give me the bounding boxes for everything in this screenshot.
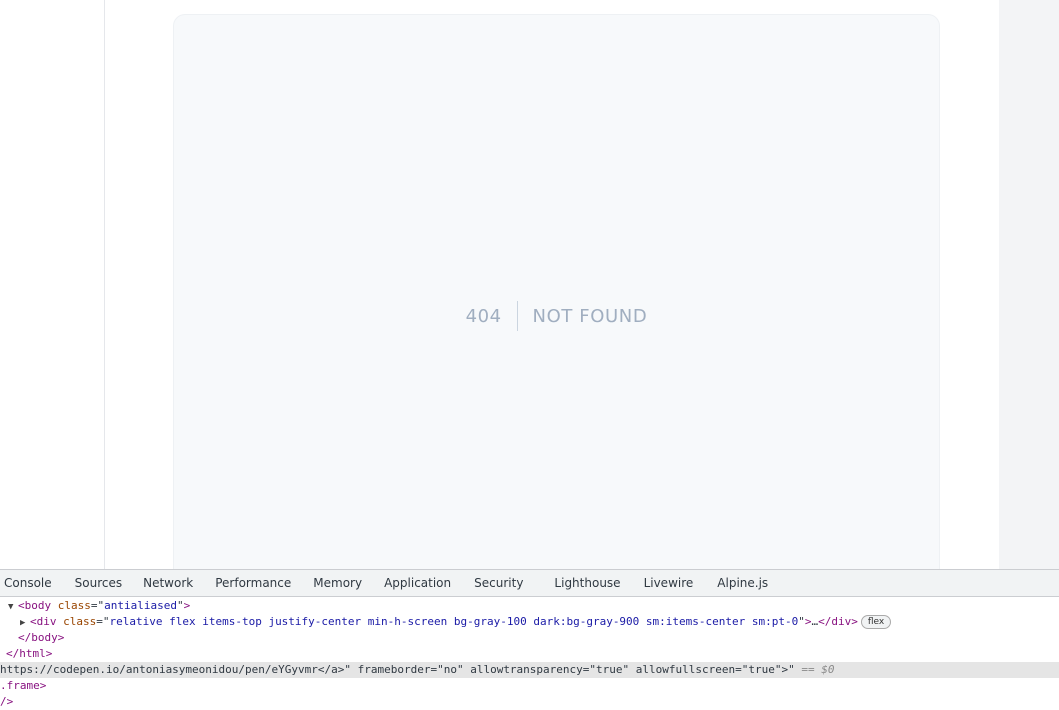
tab-memory[interactable]: Memory [313,576,362,590]
tab-network[interactable]: Network [143,576,193,590]
tree-node-iframe-close[interactable]: .frame> [0,678,46,694]
tab-application[interactable]: Application [384,576,451,590]
tab-console[interactable]: Console [4,576,52,590]
tab-performance[interactable]: Performance [215,576,291,590]
tab-sources[interactable]: Sources [75,576,122,590]
content-card: 404 NOT FOUND [173,14,940,569]
right-gutter [999,0,1059,569]
tree-node-fragment[interactable]: /> [0,694,13,710]
flex-badge[interactable]: flex [860,615,892,629]
error-code: 404 [465,305,502,327]
expanded-triangle-icon[interactable]: ▼ [8,599,18,615]
error-text: NOT FOUND [532,305,648,327]
tab-security[interactable]: Security [474,576,523,590]
tree-node-div[interactable]: ▶ <div class="relative flex items-top jus… [20,614,892,631]
not-found-message: 404 NOT FOUND [174,301,939,331]
tab-alpinejs[interactable]: Alpine.js [717,576,768,590]
tree-node-iframe-selected[interactable]: https://codepen.io/antoniasymeonidou/pen… [0,662,1059,678]
devtools-panel: Console Sources Network Performance Memo… [0,569,1059,708]
browser-viewport: 404 NOT FOUND [0,0,1059,569]
tab-livewire[interactable]: Livewire [644,576,694,590]
tree-node-html-close[interactable]: </html> [6,646,52,662]
tree-node-body[interactable]: ▼ <body class="antialiased"> [8,598,190,614]
tree-node-body-close[interactable]: </body> [18,630,64,646]
devtools-tab-bar: Console Sources Network Performance Memo… [0,570,1059,597]
tab-lighthouse[interactable]: Lighthouse [554,576,620,590]
collapsed-triangle-icon[interactable]: ▶ [20,615,30,631]
